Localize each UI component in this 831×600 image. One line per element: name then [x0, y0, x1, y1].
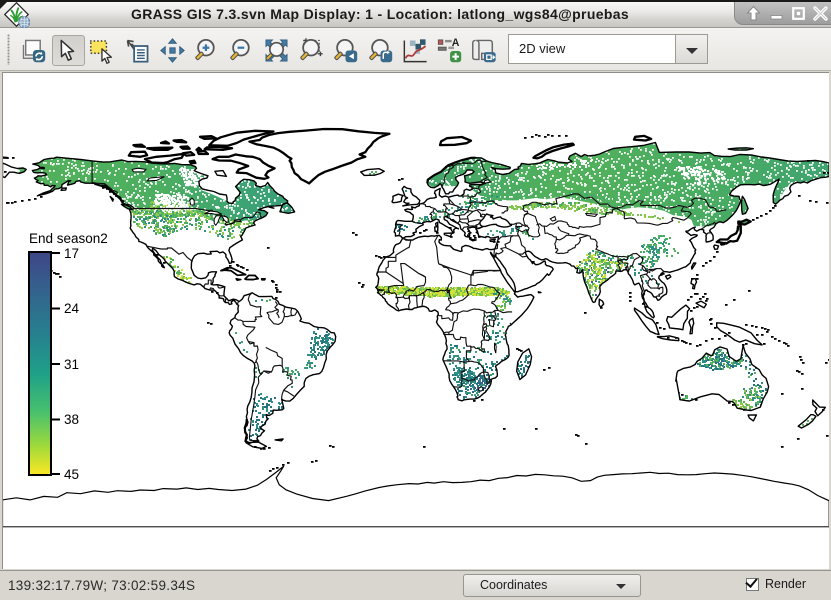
svg-text:31: 31 — [64, 357, 79, 372]
svg-text:24: 24 — [64, 301, 80, 316]
svg-text:A: A — [452, 37, 460, 49]
svg-text:38: 38 — [64, 412, 79, 427]
svg-text:End season2: End season2 — [29, 231, 108, 246]
svg-text:45: 45 — [64, 467, 79, 482]
svg-text:17: 17 — [64, 246, 79, 261]
